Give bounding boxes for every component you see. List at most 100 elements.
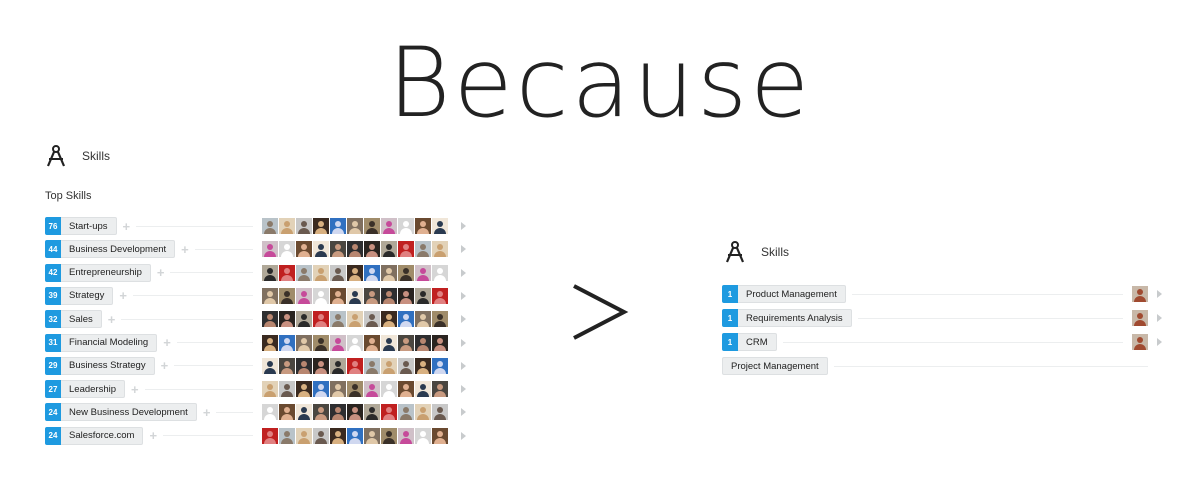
- endorser-avatar[interactable]: [364, 218, 380, 234]
- endorser-avatar[interactable]: [415, 311, 431, 328]
- endorser-avatar[interactable]: [398, 357, 414, 374]
- endorse-plus-icon[interactable]: +: [203, 405, 211, 420]
- endorser-avatar[interactable]: [262, 218, 278, 234]
- endorser-avatar[interactable]: [262, 311, 278, 328]
- endorser-avatar[interactable]: [432, 264, 448, 281]
- endorser-avatar[interactable]: [279, 404, 295, 421]
- endorser-avatar[interactable]: [296, 404, 312, 421]
- endorser-avatar[interactable]: [262, 264, 278, 281]
- endorser-avatar[interactable]: [415, 287, 431, 304]
- endorser-avatar[interactable]: [364, 381, 380, 398]
- endorser-avatar[interactable]: [279, 218, 295, 234]
- endorser-avatar[interactable]: [381, 334, 397, 351]
- endorser-avatar[interactable]: [296, 334, 312, 351]
- endorser-avatar[interactable]: [381, 404, 397, 421]
- endorser-avatar[interactable]: [262, 404, 278, 421]
- endorser-avatar[interactable]: [415, 381, 431, 398]
- skill-name[interactable]: Financial Modeling: [61, 333, 158, 352]
- endorser-avatar[interactable]: [364, 287, 380, 304]
- endorser-avatar[interactable]: [415, 218, 431, 234]
- endorser-avatar[interactable]: [296, 427, 312, 444]
- endorser-avatar[interactable]: [347, 287, 363, 304]
- endorser-avatar[interactable]: [398, 381, 414, 398]
- endorser-avatar[interactable]: [432, 404, 448, 421]
- endorser-avatar[interactable]: [330, 241, 346, 258]
- endorser-avatar[interactable]: [313, 311, 329, 328]
- endorser-avatar[interactable]: [398, 334, 414, 351]
- endorser-avatar[interactable]: [296, 357, 312, 374]
- skill-name[interactable]: Business Strategy: [61, 356, 155, 375]
- skill-name[interactable]: Business Development: [61, 240, 176, 259]
- endorse-plus-icon[interactable]: +: [149, 428, 157, 443]
- skill-name[interactable]: Requirements Analysis: [738, 309, 852, 327]
- endorsement-count[interactable]: 29: [45, 356, 61, 375]
- endorser-avatar[interactable]: [364, 357, 380, 374]
- endorser-avatar[interactable]: [364, 427, 380, 444]
- endorser-avatar[interactable]: [279, 334, 295, 351]
- endorser-avatar[interactable]: [398, 264, 414, 281]
- expand-arrow-icon[interactable]: [461, 338, 466, 347]
- endorsement-count[interactable]: 31: [45, 333, 61, 352]
- endorser-avatar[interactable]: [415, 241, 431, 258]
- endorser-avatar[interactable]: [415, 334, 431, 351]
- endorser-avatar[interactable]: [432, 287, 448, 304]
- endorser-avatar[interactable]: [432, 218, 448, 234]
- endorser-avatar[interactable]: [330, 334, 346, 351]
- endorser-avatar[interactable]: [347, 381, 363, 398]
- expand-arrow-icon[interactable]: [461, 291, 466, 300]
- expand-arrow-icon[interactable]: [461, 361, 466, 370]
- endorse-plus-icon[interactable]: +: [161, 358, 169, 373]
- endorse-plus-icon[interactable]: +: [157, 265, 165, 280]
- endorser-avatar[interactable]: [364, 404, 380, 421]
- endorser-avatar[interactable]: [364, 241, 380, 258]
- endorser-avatar[interactable]: [262, 334, 278, 351]
- endorser-avatar[interactable]: [415, 427, 431, 444]
- endorser-avatar[interactable]: [432, 427, 448, 444]
- endorser-avatar[interactable]: [330, 218, 346, 234]
- endorser-avatar[interactable]: [279, 264, 295, 281]
- endorser-avatar[interactable]: [296, 381, 312, 398]
- expand-arrow-icon[interactable]: [461, 245, 466, 254]
- endorsement-count[interactable]: 24: [45, 426, 61, 445]
- endorser-avatar[interactable]: [398, 287, 414, 304]
- endorser-avatar[interactable]: [347, 357, 363, 374]
- expand-arrow-icon[interactable]: [461, 268, 466, 277]
- endorser-avatar[interactable]: [313, 381, 329, 398]
- endorser-avatar[interactable]: [381, 264, 397, 281]
- endorser-avatar[interactable]: [381, 427, 397, 444]
- endorse-plus-icon[interactable]: +: [108, 312, 116, 327]
- endorser-avatar[interactable]: [415, 357, 431, 374]
- endorser-avatar[interactable]: [398, 404, 414, 421]
- endorser-avatar[interactable]: [1132, 334, 1148, 350]
- endorser-avatar[interactable]: [398, 427, 414, 444]
- endorser-avatar[interactable]: [347, 311, 363, 328]
- endorser-avatar[interactable]: [398, 311, 414, 328]
- endorser-avatar[interactable]: [415, 404, 431, 421]
- endorser-avatar[interactable]: [330, 287, 346, 304]
- endorser-avatar[interactable]: [296, 264, 312, 281]
- endorser-avatar[interactable]: [364, 334, 380, 351]
- endorser-avatar[interactable]: [347, 218, 363, 234]
- endorser-avatar[interactable]: [279, 357, 295, 374]
- endorser-avatar[interactable]: [296, 311, 312, 328]
- endorser-avatar[interactable]: [313, 427, 329, 444]
- expand-arrow-icon[interactable]: [461, 385, 466, 394]
- endorser-avatar[interactable]: [398, 218, 414, 234]
- endorser-avatar[interactable]: [262, 357, 278, 374]
- expand-arrow-icon[interactable]: [1157, 314, 1162, 322]
- endorsement-count[interactable]: 1: [722, 285, 738, 303]
- endorse-plus-icon[interactable]: +: [181, 242, 189, 257]
- expand-arrow-icon[interactable]: [1157, 290, 1162, 298]
- endorsement-count[interactable]: 32: [45, 310, 61, 329]
- skill-name[interactable]: Sales: [61, 310, 102, 329]
- endorser-avatar[interactable]: [262, 287, 278, 304]
- expand-arrow-icon[interactable]: [461, 222, 466, 230]
- skill-name[interactable]: Project Management: [722, 357, 828, 375]
- endorser-avatar[interactable]: [347, 404, 363, 421]
- endorser-avatar[interactable]: [296, 287, 312, 304]
- endorser-avatar[interactable]: [313, 241, 329, 258]
- endorse-plus-icon[interactable]: +: [131, 382, 139, 397]
- endorser-avatar[interactable]: [262, 381, 278, 398]
- endorser-avatar[interactable]: [296, 241, 312, 258]
- endorser-avatar[interactable]: [330, 404, 346, 421]
